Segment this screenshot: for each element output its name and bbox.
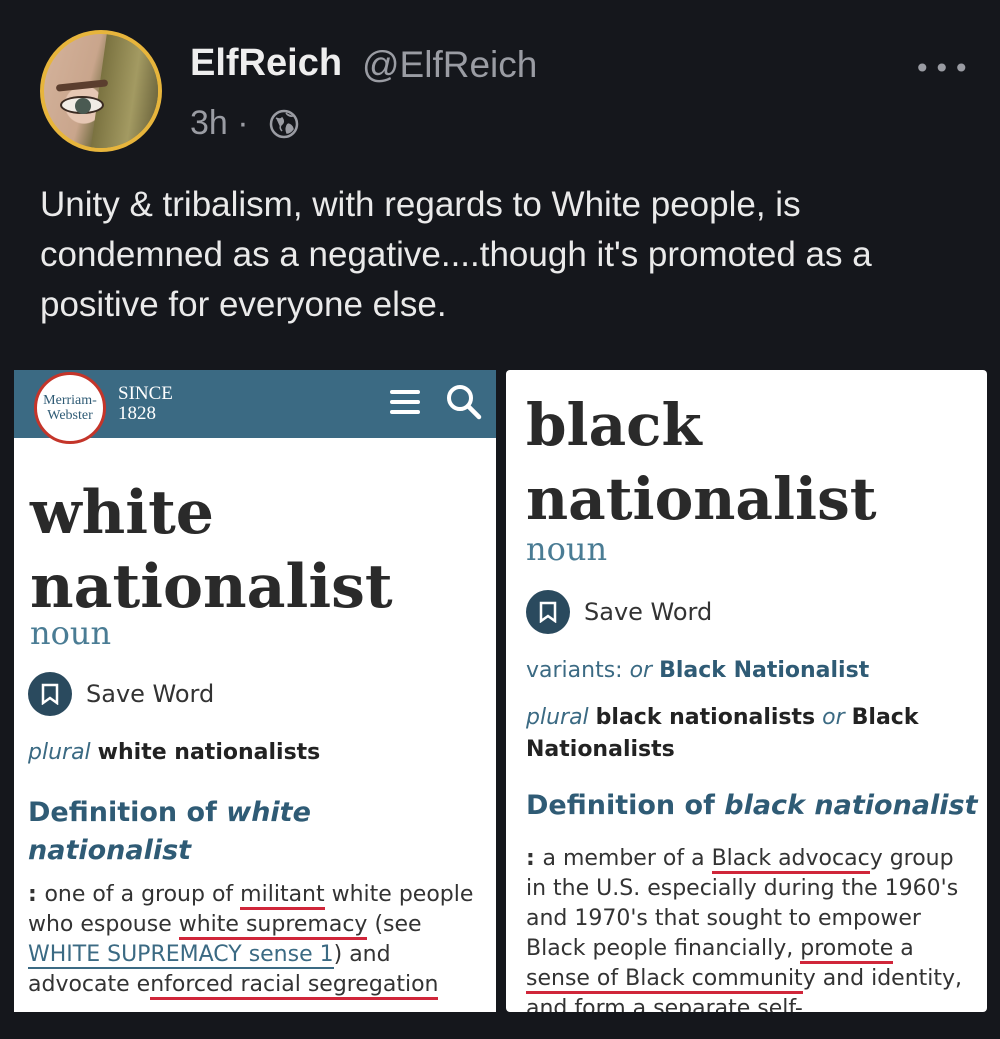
- hamburger-menu-icon[interactable]: [390, 390, 420, 420]
- underlined-phrase: Black advocac: [711, 846, 870, 874]
- display-name[interactable]: ElfReich: [190, 42, 342, 85]
- logo-line2: Webster: [47, 408, 93, 423]
- save-word-button[interactable]: Save Word: [28, 672, 214, 716]
- mw-logo: Merriam- Webster: [34, 372, 106, 444]
- mw-since: SINCE 1828: [118, 384, 173, 424]
- def-part: a member of a: [542, 846, 712, 871]
- part-of-speech: noun: [526, 530, 608, 568]
- underlined-phrase: promote: [800, 936, 894, 964]
- plural-line: plural black nationalists or Black Natio…: [526, 702, 966, 766]
- headword: black nationalist: [526, 388, 877, 536]
- variants-line: variants: or Black Nationalist: [526, 658, 869, 683]
- plural-form: white nationalists: [97, 740, 321, 765]
- headword: white nationalist: [30, 476, 393, 624]
- definition-title-term: black nationalist: [724, 790, 978, 821]
- post-text: Unity & tribalism, with regards to White…: [40, 185, 872, 324]
- avatar-iris: [75, 98, 91, 114]
- since-year: 1828: [118, 403, 156, 424]
- globe-icon: [269, 109, 299, 139]
- variant-form: Black Nationalist: [659, 658, 870, 683]
- underlined-phrase: nforced racial segregation: [150, 972, 439, 1000]
- left-screenshot-card[interactable]: Merriam- Webster SINCE 1828 white nation…: [14, 370, 496, 1012]
- def-part: (see: [367, 912, 422, 937]
- save-word-button[interactable]: Save Word: [526, 590, 712, 634]
- definition-text: : one of a group of militant white peopl…: [28, 880, 488, 1000]
- post-time: 3h ·: [190, 104, 249, 142]
- headword-line2: nationalist: [30, 552, 393, 622]
- bookmark-icon: [28, 672, 72, 716]
- def-part: one of a group of: [44, 882, 241, 907]
- save-word-label: Save Word: [86, 680, 215, 708]
- right-screenshot-card[interactable]: black nationalist noun Save Word variant…: [506, 370, 987, 1012]
- plural-or: or: [822, 705, 845, 730]
- definition-title: Definition of black nationalist: [526, 790, 986, 821]
- definition-title: Definition of white nationalist: [28, 794, 468, 870]
- plural-label: plural: [526, 705, 589, 730]
- search-icon[interactable]: [444, 382, 484, 422]
- part-of-speech: noun: [30, 614, 112, 652]
- avatar[interactable]: [40, 30, 162, 152]
- more-dots-icon[interactable]: •••: [914, 52, 973, 85]
- underlined-phrase: sense of Black communit: [526, 966, 803, 994]
- mw-header: Merriam- Webster SINCE 1828: [14, 370, 496, 444]
- user-handle[interactable]: @ElfReich: [362, 44, 537, 86]
- avatar-hair: [87, 34, 158, 148]
- headword-line1: black: [526, 391, 702, 459]
- definition-title-prefix: Definition of: [526, 790, 725, 821]
- plural-label: plural: [28, 740, 91, 765]
- bookmark-icon: [526, 590, 570, 634]
- def-part: a: [893, 936, 914, 961]
- plural-line: plural white nationalists: [28, 740, 320, 765]
- headword-line1: white: [30, 478, 214, 548]
- cross-reference-link[interactable]: WHITE SUPREMACY sense 1: [28, 942, 334, 969]
- logo-line1: Merriam-: [43, 393, 97, 408]
- definition-text: : a member of a Black advocacy group in …: [526, 844, 976, 1012]
- variants-or: or: [629, 658, 653, 683]
- definition-colon: :: [526, 846, 543, 871]
- variants-label: variants:: [526, 658, 630, 683]
- definition-title-prefix: Definition of: [28, 797, 227, 828]
- since-label: SINCE: [118, 383, 173, 404]
- underlined-phrase: white supremacy: [178, 912, 368, 940]
- headword-line2: nationalist: [526, 465, 877, 533]
- save-word-label: Save Word: [584, 598, 713, 626]
- definition-colon: :: [28, 882, 45, 907]
- plural-form: black nationalists: [595, 705, 816, 730]
- underlined-phrase: militant: [240, 882, 325, 910]
